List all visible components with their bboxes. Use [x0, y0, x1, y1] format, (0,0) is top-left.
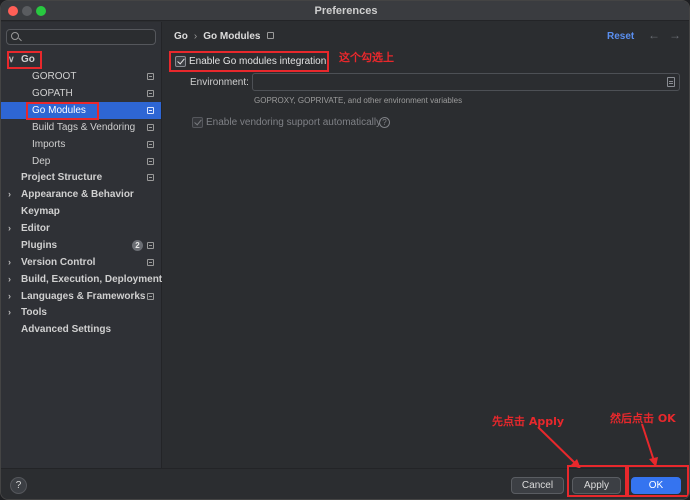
- sidebar-item-languages[interactable]: › Languages & Frameworks: [1, 288, 161, 305]
- breadcrumb-page: Go Modules: [203, 31, 261, 42]
- apply-button[interactable]: Apply: [572, 477, 621, 494]
- sidebar-item-label: GOPATH: [32, 88, 73, 99]
- reset-link[interactable]: Reset: [607, 31, 634, 42]
- project-settings-icon: [147, 141, 154, 148]
- project-settings-icon: [267, 32, 275, 39]
- project-settings-icon: [147, 73, 154, 80]
- sidebar-item-label: Tools: [21, 307, 47, 318]
- settings-search-input[interactable]: [6, 29, 156, 45]
- sidebar-item-label: Build, Execution, Deployment: [21, 274, 163, 285]
- project-settings-icon: [147, 124, 154, 131]
- sidebar-item-label: Editor: [21, 223, 50, 234]
- sidebar-item-tools[interactable]: › Tools: [1, 304, 161, 321]
- project-settings-icon: [147, 90, 154, 97]
- sidebar-item-keymap[interactable]: Keymap: [1, 203, 161, 220]
- environment-hint: GOPROXY, GOPRIVATE, and other environmen…: [254, 96, 463, 105]
- dialog-footer: ? Cancel Apply OK: [1, 468, 689, 499]
- chevron-right-icon[interactable]: ›: [8, 254, 11, 271]
- update-count-badge: 2: [132, 240, 143, 251]
- breadcrumb-separator: ›: [193, 31, 198, 42]
- chevron-right-icon[interactable]: ›: [8, 220, 11, 237]
- sidebar-item-label: Keymap: [21, 206, 60, 217]
- settings-sidebar: ∨ Go GOROOT GOPATH Go Modules Build Tags…: [1, 22, 162, 468]
- enable-go-modules-label[interactable]: Enable Go modules integration: [189, 56, 326, 67]
- help-button[interactable]: ?: [10, 477, 27, 494]
- sidebar-item-go-modules[interactable]: Go Modules: [1, 102, 161, 119]
- chevron-down-icon[interactable]: ∨: [8, 51, 15, 68]
- sidebar-item-label: Build Tags & Vendoring: [32, 122, 136, 133]
- enable-vendoring-checkbox[interactable]: [192, 117, 203, 128]
- sidebar-item-label: Languages & Frameworks: [21, 291, 146, 302]
- sidebar-item-version-control[interactable]: › Version Control: [1, 254, 161, 271]
- sidebar-item-label: Imports: [32, 139, 66, 150]
- sidebar-item-build-execution[interactable]: › Build, Execution, Deployment: [1, 271, 163, 288]
- breadcrumb-root[interactable]: Go: [174, 31, 188, 42]
- sidebar-item-label: Appearance & Behavior: [21, 189, 134, 200]
- sidebar-item-gopath[interactable]: GOPATH: [1, 85, 161, 102]
- edit-variables-icon[interactable]: [667, 77, 675, 87]
- sidebar-item-appearance[interactable]: › Appearance & Behavior: [1, 186, 161, 203]
- chevron-right-icon[interactable]: ›: [8, 288, 11, 305]
- sidebar-item-imports[interactable]: Imports: [1, 136, 161, 153]
- sidebar-item-plugins[interactable]: Plugins 2: [1, 237, 161, 254]
- preferences-window: Preferences ∨ Go GOROOT GOPATH Go Module…: [0, 0, 690, 500]
- window-title: Preferences: [314, 5, 378, 17]
- annotation-check-this: 这个勾选上: [339, 51, 394, 64]
- project-settings-icon: [147, 107, 154, 114]
- sidebar-item-label: Version Control: [21, 257, 96, 268]
- forward-arrow-icon[interactable]: →: [669, 28, 681, 42]
- sidebar-item-label: Project Structure: [21, 172, 103, 183]
- sidebar-item-project-structure[interactable]: Project Structure: [1, 169, 161, 186]
- cancel-button[interactable]: Cancel: [511, 477, 564, 494]
- project-settings-icon: [147, 158, 154, 165]
- sidebar-item-label: Go: [21, 54, 35, 65]
- ok-button[interactable]: OK: [631, 477, 681, 494]
- environment-label: Environment:: [190, 77, 249, 88]
- chevron-right-icon[interactable]: ›: [8, 271, 11, 288]
- sidebar-item-go[interactable]: ∨ Go: [1, 51, 161, 68]
- breadcrumb: Go › Go Modules: [174, 31, 275, 42]
- checkmark-icon: [177, 56, 185, 65]
- sidebar-item-label: Go Modules: [32, 105, 86, 116]
- environment-field[interactable]: [252, 73, 680, 91]
- enable-go-modules-checkbox[interactable]: [175, 56, 186, 67]
- chevron-right-icon[interactable]: ›: [8, 304, 11, 321]
- chevron-right-icon[interactable]: ›: [8, 186, 11, 203]
- help-icon[interactable]: ?: [379, 117, 390, 128]
- sidebar-item-build-tags[interactable]: Build Tags & Vendoring: [1, 119, 161, 136]
- project-settings-icon: [147, 174, 154, 181]
- sidebar-item-label: Plugins: [21, 240, 58, 251]
- annotation-click-ok: 然后点击 OK: [610, 412, 676, 425]
- annotation-click-apply: 先点击 Apply: [492, 415, 565, 428]
- checkmark-icon: [194, 117, 202, 126]
- project-settings-icon: [147, 293, 154, 300]
- sidebar-item-advanced-settings[interactable]: Advanced Settings: [1, 321, 161, 338]
- sidebar-item-dep[interactable]: Dep: [1, 153, 161, 170]
- title-bar: Preferences: [1, 1, 689, 21]
- back-arrow-icon[interactable]: ←: [648, 28, 660, 42]
- project-settings-icon: [147, 259, 154, 266]
- sidebar-item-label: Advanced Settings: [21, 324, 112, 335]
- search-icon: [11, 32, 19, 40]
- sidebar-item-label: GOROOT: [32, 71, 77, 82]
- enable-vendoring-label: Enable vendoring support automatically: [206, 117, 382, 128]
- sidebar-item-goroot[interactable]: GOROOT: [1, 68, 161, 85]
- project-settings-icon: [147, 242, 154, 249]
- settings-content: Go › Go Modules Reset ← → Enable Go module…: [163, 22, 689, 468]
- sidebar-item-editor[interactable]: › Editor: [1, 220, 161, 237]
- sidebar-item-label: Dep: [32, 156, 51, 167]
